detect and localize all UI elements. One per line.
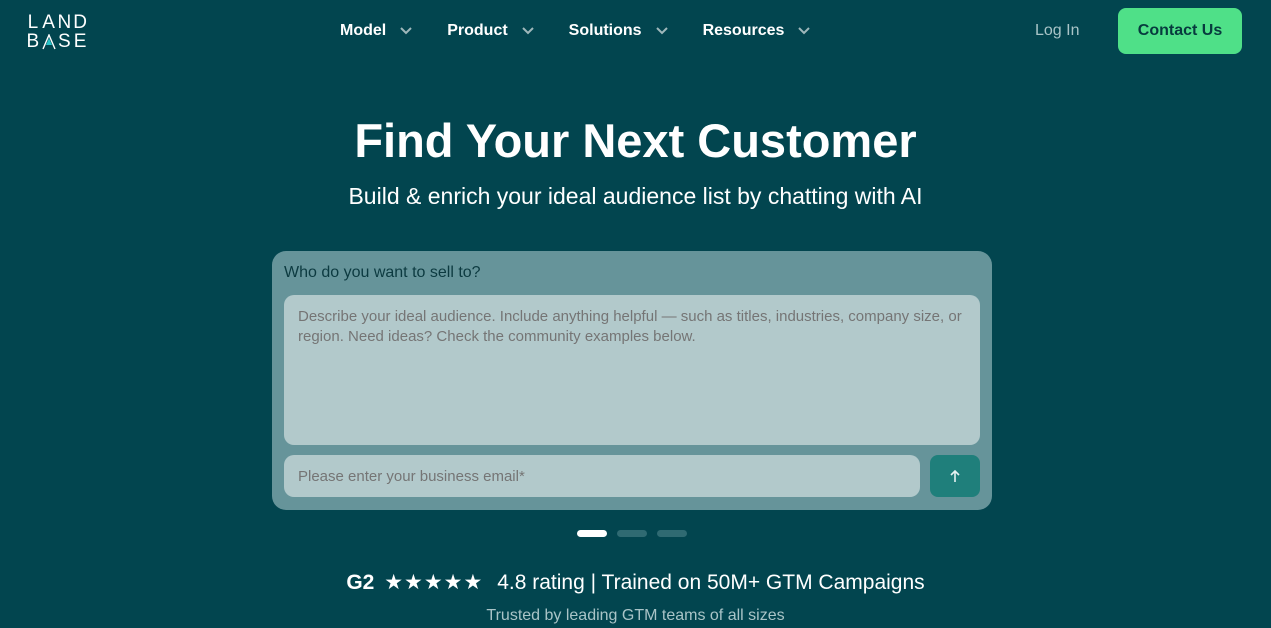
logo-letter: N — [57, 12, 72, 33]
nav-item-resources[interactable]: Resources — [703, 22, 811, 40]
landbase-logo[interactable]: L A N D B S E — [25, 13, 91, 51]
arrow-up-icon — [950, 469, 960, 482]
chevron-down-icon — [798, 25, 811, 37]
star-rating-icon: ★★★★★ — [384, 571, 484, 594]
nav-item-label: Resources — [702, 22, 785, 39]
contact-us-button[interactable]: Contact Us — [1118, 8, 1242, 54]
trusted-by-text: Trusted by leading GTM teams of all size… — [486, 607, 785, 624]
logo-letter: E — [73, 31, 87, 52]
business-email-input[interactable] — [284, 455, 920, 497]
site-header: L A N D B S E Model Product Solutions Re… — [0, 0, 1271, 62]
rating-summary: G2 ★★★★★ 4.8 rating | Trained on 50M+ GT… — [0, 570, 1271, 595]
carousel-dot-1[interactable] — [577, 530, 607, 537]
logo-letter: S — [58, 31, 71, 52]
logo-row-top: L A N D — [25, 13, 88, 32]
audience-description-input[interactable] — [284, 295, 980, 445]
trained-on-text: Trained on 50M+ GTM Campaigns — [601, 571, 925, 594]
login-link[interactable]: Log In — [1035, 22, 1079, 40]
carousel-dot-2[interactable] — [617, 530, 647, 537]
carousel-pager — [577, 530, 697, 537]
logo-row-bottom: B S E — [25, 32, 88, 51]
nav-item-label: Solutions — [568, 22, 642, 39]
audience-form-label: Who do you want to sell to? — [284, 264, 481, 281]
logo-letter: A — [42, 12, 55, 33]
nav-item-product[interactable]: Product — [447, 22, 534, 40]
hero-title: Find Your Next Customer — [354, 114, 917, 167]
nav-item-solutions[interactable]: Solutions — [569, 22, 668, 40]
submit-button[interactable] — [930, 455, 980, 497]
logo-triangle-icon — [41, 34, 56, 50]
logo-letter: B — [26, 31, 40, 52]
rating-value: 4.8 rating — [497, 571, 585, 594]
nav-item-model[interactable]: Model — [340, 22, 412, 40]
carousel-dot-3[interactable] — [657, 530, 687, 537]
hero-subtitle: Build & enrich your ideal audience list … — [348, 183, 923, 209]
nav-item-label: Product — [447, 22, 508, 39]
g2-label: G2 — [346, 571, 375, 594]
main-nav: Model Product Solutions Resources — [340, 0, 845, 62]
logo-letter: D — [73, 12, 87, 33]
nav-item-label: Model — [340, 22, 387, 39]
audience-form-card: Who do you want to sell to? — [272, 251, 992, 510]
chevron-down-icon — [400, 25, 412, 37]
chevron-down-icon — [655, 25, 668, 37]
rating-separator: | — [590, 571, 597, 594]
logo-letter — [41, 32, 57, 51]
logo-letter: L — [27, 12, 39, 33]
chevron-down-icon — [521, 25, 534, 37]
